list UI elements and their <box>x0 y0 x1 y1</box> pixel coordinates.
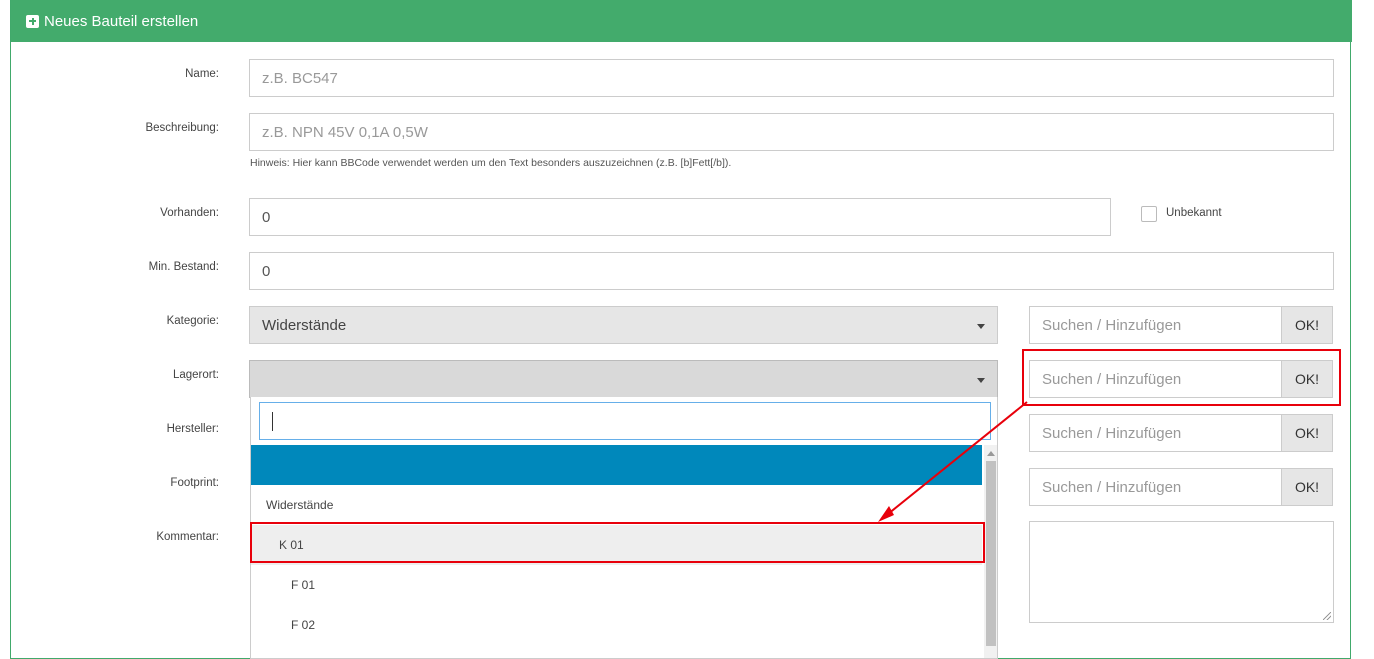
mininstock-label: Min. Bestand: <box>148 261 219 273</box>
text-cursor <box>272 412 273 431</box>
panel-title: Neues Bauteil erstellen <box>44 12 199 30</box>
instock-input[interactable]: 0 <box>249 198 1111 236</box>
storelocation-label: Lagerort: <box>172 369 219 381</box>
manufacturer-ok-button[interactable]: OK! <box>1282 414 1333 452</box>
description-input[interactable]: z.B. NPN 45V 0,1A 0,5W <box>249 113 1334 151</box>
unknown-label: Unbekannt <box>1166 207 1222 219</box>
comment-label: Kommentar: <box>156 531 219 543</box>
name-input[interactable]: z.B. BC547 <box>249 59 1334 97</box>
unknown-checkbox[interactable] <box>1141 206 1157 222</box>
manufacturer-label: Hersteller: <box>166 423 219 435</box>
category-ok-button[interactable]: OK! <box>1282 306 1333 344</box>
chevron-down-icon <box>977 324 985 329</box>
dropdown-option-highlighted[interactable] <box>251 445 982 485</box>
instock-label: Vorhanden: <box>160 207 219 219</box>
name-label: Name: <box>185 68 219 80</box>
category-search-input[interactable]: Suchen / Hinzufügen <box>1029 306 1282 344</box>
dropdown-search-input[interactable] <box>259 402 991 440</box>
storelocation-select[interactable] <box>249 360 998 398</box>
manufacturer-search-group: Suchen / Hinzufügen OK! <box>1029 414 1333 452</box>
footprint-label: Footprint: <box>170 477 219 489</box>
scrollbar-thumb[interactable] <box>986 461 996 646</box>
dropdown-option-f01[interactable]: F 01 <box>251 565 982 605</box>
footprint-ok-button[interactable]: OK! <box>1282 468 1333 506</box>
comment-textarea[interactable] <box>1029 521 1334 623</box>
plus-square-icon <box>26 14 39 28</box>
resize-handle-icon[interactable] <box>1323 612 1331 620</box>
dropdown-option-f02[interactable]: F 02 <box>251 605 982 645</box>
dropdown-option-widerstaende[interactable]: Widerstände <box>251 485 982 525</box>
annotation-box-option <box>250 522 985 563</box>
option-label: F 02 <box>291 618 316 632</box>
chevron-down-icon <box>977 378 985 383</box>
category-label: Kategorie: <box>166 315 219 327</box>
description-label: Beschreibung: <box>145 122 219 134</box>
mininstock-input[interactable]: 0 <box>249 252 1334 290</box>
category-select[interactable]: Widerstände <box>249 306 998 344</box>
category-value: Widerstände <box>262 316 347 334</box>
annotation-box-search <box>1022 349 1341 406</box>
option-label: F 01 <box>291 578 316 592</box>
manufacturer-search-input[interactable]: Suchen / Hinzufügen <box>1029 414 1282 452</box>
dropdown-scrollbar[interactable] <box>984 445 997 658</box>
footprint-search-group: Suchen / Hinzufügen OK! <box>1029 468 1333 506</box>
footprint-search-input[interactable]: Suchen / Hinzufügen <box>1029 468 1282 506</box>
category-search-group: Suchen / Hinzufügen OK! <box>1029 306 1333 344</box>
bbcode-hint: Hinweis: Hier kann BBCode verwendet werd… <box>250 157 732 169</box>
scroll-up-arrow-icon[interactable] <box>987 451 995 456</box>
option-label: Widerstände <box>266 498 334 512</box>
panel-header: Neues Bauteil erstellen <box>11 0 1352 42</box>
